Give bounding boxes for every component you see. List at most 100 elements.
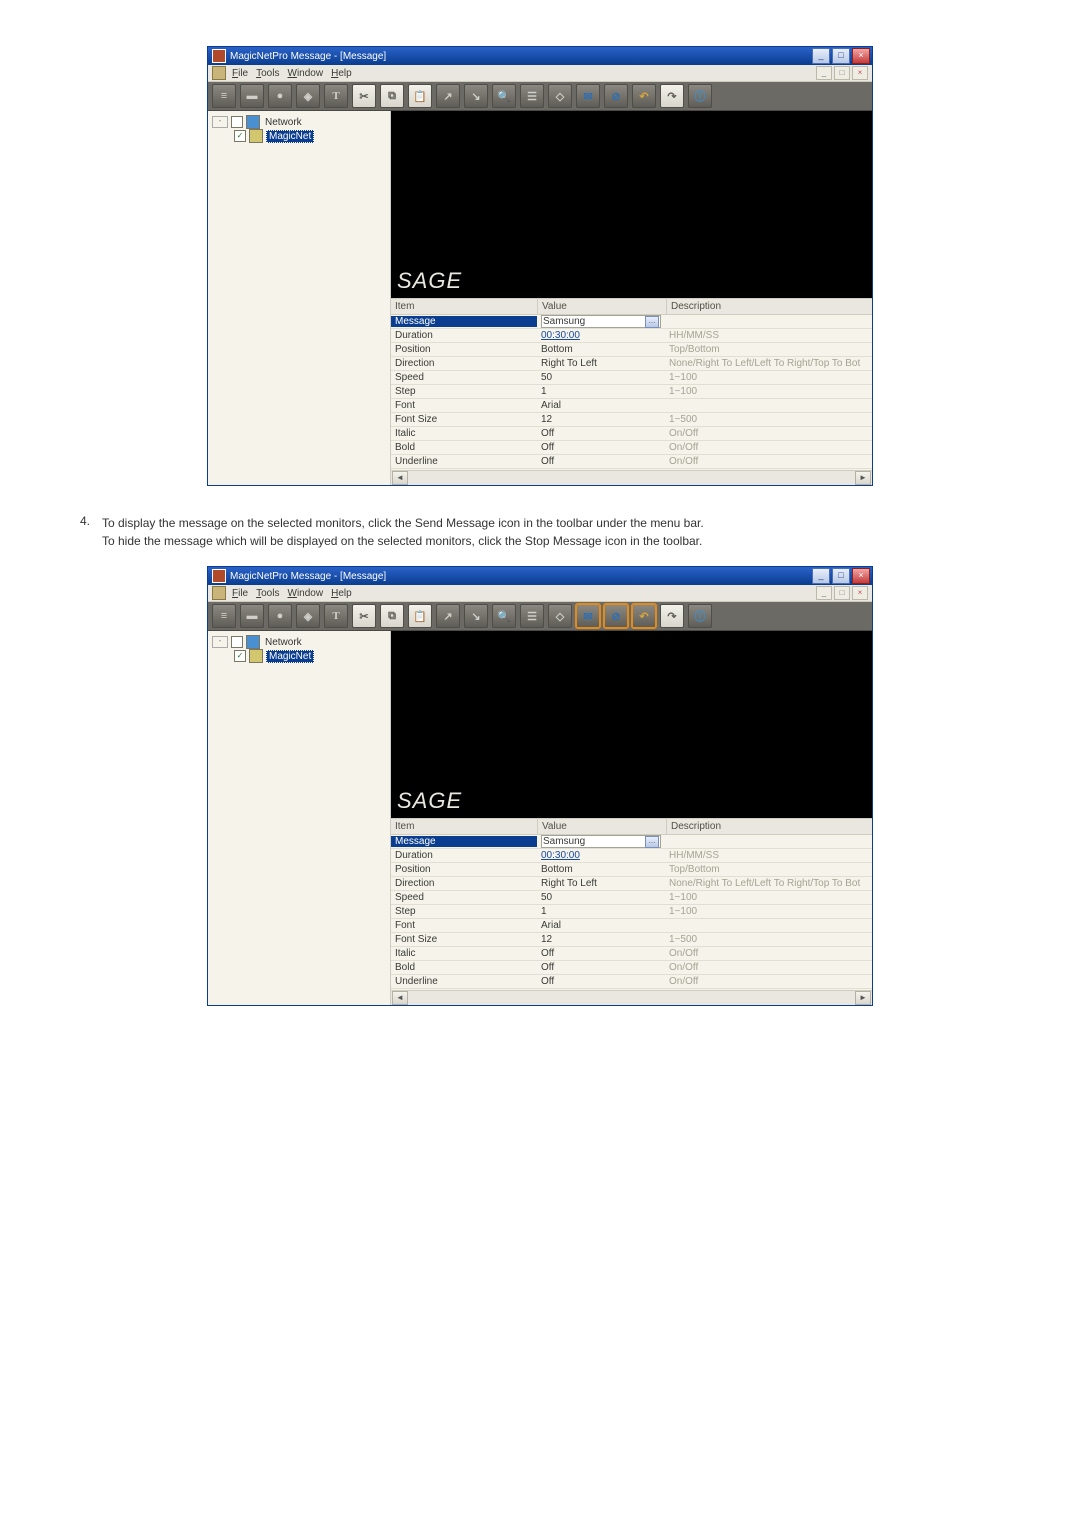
prop-row[interactable]: PositionBottomTop/Bottom [391,863,872,877]
tree-checkbox[interactable] [231,636,243,648]
prop-value[interactable]: Off [537,962,665,973]
monitor-button[interactable]: ▬ [240,604,264,628]
prop-row[interactable]: ItalicOffOn/Off [391,427,872,441]
paste-button[interactable]: 📋 [408,84,432,108]
prop-value[interactable]: Right To Left [537,878,665,889]
child-close-button[interactable]: × [852,66,868,80]
new-button[interactable]: ≡ [212,604,236,628]
prop-value[interactable]: 12 [537,414,665,425]
prop-row[interactable]: Duration00:30:00HH/MM/SS [391,849,872,863]
prop-value[interactable]: Off [537,428,665,439]
prop-value[interactable]: Off [537,456,665,467]
prop-row[interactable]: MessageSamsung… [391,315,872,329]
diamond-button[interactable]: ◇ [548,84,572,108]
child-restore-button[interactable]: □ [834,66,850,80]
stop-message-button[interactable]: ⊘ [604,84,628,108]
prop-value[interactable]: 50 [537,892,665,903]
prop-value[interactable]: 1 [537,906,665,917]
menu-window[interactable]: Window [285,587,325,600]
undo-button[interactable]: ↶ [632,604,656,628]
scroll-left-icon[interactable]: ◄ [392,471,408,485]
browse-icon[interactable]: … [645,316,659,328]
text-button[interactable]: T [324,604,348,628]
diamond-button[interactable]: ◇ [548,604,572,628]
message-input[interactable]: Samsung… [541,835,661,848]
prop-row[interactable]: Font Size121~500 [391,413,872,427]
maximize-button[interactable]: □ [832,48,850,64]
child-minimize-button[interactable]: _ [816,586,832,600]
prop-value[interactable]: 12 [537,934,665,945]
menu-help[interactable]: Help [329,67,354,80]
find-button[interactable]: 🔍 [492,84,516,108]
prop-value[interactable]: Arial [537,400,665,411]
prop-row[interactable]: UnderlineOffOn/Off [391,455,872,469]
maximize-button[interactable]: □ [832,568,850,584]
scroll-left-icon[interactable]: ◄ [392,991,408,1005]
prop-row[interactable]: Step11~100 [391,385,872,399]
prop-value[interactable]: Samsung… [537,315,665,328]
tree-network-label[interactable]: Network [263,117,304,128]
message-input[interactable]: Samsung… [541,315,661,328]
close-button[interactable]: × [852,568,870,584]
camera-button[interactable]: ● [268,604,292,628]
browse-icon[interactable]: … [645,836,659,848]
prop-value[interactable]: Right To Left [537,358,665,369]
prop-row[interactable]: DirectionRight To LeftNone/Right To Left… [391,877,872,891]
scroll-right-icon[interactable]: ► [855,471,871,485]
h-scrollbar[interactable]: ◄ ► [391,470,872,485]
prop-value[interactable]: 00:30:00 [537,330,665,341]
menu-window[interactable]: Window [285,67,325,80]
arrow-dr-button[interactable]: ↘ [464,604,488,628]
prop-value[interactable]: Off [537,976,665,987]
tree-collapse-icon[interactable]: - [212,116,228,128]
prop-row[interactable]: Speed501~100 [391,371,872,385]
tree-magicnet-label[interactable]: MagicNet [266,130,314,143]
tree-checkbox[interactable] [231,116,243,128]
close-button[interactable]: × [852,48,870,64]
child-close-button[interactable]: × [852,586,868,600]
camera-button[interactable]: ● [268,84,292,108]
menu-tools[interactable]: Tools [254,587,281,600]
prop-row[interactable]: BoldOffOn/Off [391,441,872,455]
prop-row[interactable]: MessageSamsung… [391,835,872,849]
copy-button[interactable]: ⧉ [380,84,404,108]
prop-row[interactable]: ItalicOffOn/Off [391,947,872,961]
menu-tools[interactable]: Tools [254,67,281,80]
tree-collapse-icon[interactable]: - [212,636,228,648]
cut-button[interactable]: ✂ [352,604,376,628]
prop-row[interactable]: FontArial [391,399,872,413]
menu-file[interactable]: File [230,587,250,600]
prop-value[interactable]: Samsung… [537,835,665,848]
prop-value[interactable]: 1 [537,386,665,397]
monitor-button[interactable]: ▬ [240,84,264,108]
arrow-ur-button[interactable]: ↗ [436,84,460,108]
send-message-button[interactable]: ✉ [576,84,600,108]
prop-value[interactable]: 50 [537,372,665,383]
prop-row[interactable]: Font Size121~500 [391,933,872,947]
prop-row[interactable]: BoldOffOn/Off [391,961,872,975]
prop-value[interactable]: Off [537,442,665,453]
shape-button[interactable]: ◈ [296,604,320,628]
redo-button[interactable]: ↷ [660,604,684,628]
prop-value[interactable]: Arial [537,920,665,931]
list-button[interactable]: ☰ [520,604,544,628]
prop-row[interactable]: UnderlineOffOn/Off [391,975,872,989]
prop-row[interactable]: Step11~100 [391,905,872,919]
copy-button[interactable]: ⧉ [380,604,404,628]
child-minimize-button[interactable]: _ [816,66,832,80]
tree-checkbox[interactable]: ✓ [234,650,246,662]
tree-network-label[interactable]: Network [263,637,304,648]
minimize-button[interactable]: _ [812,48,830,64]
prop-row[interactable]: PositionBottomTop/Bottom [391,343,872,357]
find-button[interactable]: 🔍 [492,604,516,628]
undo-button[interactable]: ↶ [632,84,656,108]
prop-row[interactable]: DirectionRight To LeftNone/Right To Left… [391,357,872,371]
stop-message-button[interactable]: ⊘ [604,604,628,628]
tree-checkbox[interactable]: ✓ [234,130,246,142]
tree-magicnet-label[interactable]: MagicNet [266,650,314,663]
prop-row[interactable]: Duration00:30:00HH/MM/SS [391,329,872,343]
info-button[interactable]: ⓘ [688,604,712,628]
prop-value[interactable]: 00:30:00 [537,850,665,861]
cut-button[interactable]: ✂ [352,84,376,108]
prop-value[interactable]: Off [537,948,665,959]
